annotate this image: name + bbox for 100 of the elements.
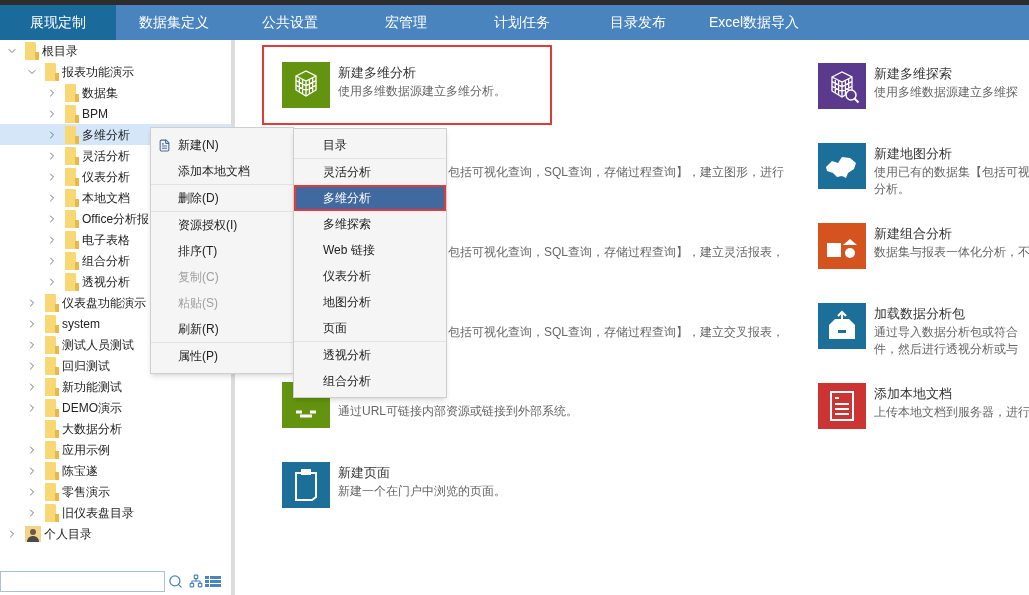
folder-icon [45, 482, 59, 501]
folder-icon [65, 272, 79, 291]
card-description: 上传本地文档到服务器，进行 [874, 405, 1029, 420]
tree-item[interactable]: 旧仪表盘目录 [0, 502, 231, 523]
card-title[interactable]: 新建地图分析 [874, 144, 1029, 164]
card-description: 使用已有的数据集【包括可视 [874, 165, 1029, 180]
folder-icon [65, 83, 79, 102]
menu-item[interactable]: 页面 [294, 315, 446, 341]
folder-icon [45, 440, 59, 459]
folder-icon [65, 251, 79, 270]
menu-item[interactable]: 属性(P) [151, 343, 293, 369]
menu-item[interactable]: Web 链接 [294, 237, 446, 263]
nav-tab[interactable]: 宏管理 [348, 5, 464, 40]
tree-item[interactable]: DEMO演示 [0, 397, 231, 418]
tree-item[interactable]: BPM [0, 103, 231, 124]
folder-icon [25, 41, 39, 60]
nav-tab[interactable]: Excel数据导入 [696, 5, 812, 40]
folder-icon [45, 62, 59, 81]
folder-icon [65, 209, 79, 228]
folder-icon [45, 356, 59, 375]
tree-label: 零售演示 [62, 483, 110, 501]
menu-item[interactable]: 地图分析 [294, 289, 446, 315]
tree-label: 旧仪表盘目录 [62, 504, 134, 522]
tree-label: DEMO演示 [62, 399, 122, 417]
card-title[interactable]: 新建多维分析 [338, 63, 506, 83]
tree-item[interactable]: 数据集 [0, 82, 231, 103]
folder-icon [45, 461, 59, 480]
user-icon [25, 525, 41, 542]
tree-label: 仪表盘功能演示 [62, 294, 146, 312]
document-icon[interactable] [818, 383, 866, 429]
card-description: 使用多维数据源建立多维分析。 [338, 83, 506, 100]
menu-item[interactable]: 目录 [294, 132, 446, 158]
card-title[interactable]: 新建多维探索 [874, 64, 1018, 84]
tree-item[interactable]: 零售演示 [0, 481, 231, 502]
list-icon[interactable] [205, 575, 221, 587]
nav-tab[interactable]: 数据集定义 [116, 5, 232, 40]
card-description: 通过URL可链接内部资源或链接到外部系统。 [338, 403, 578, 420]
menu-item[interactable]: 透视分析 [294, 342, 446, 368]
nav-tab[interactable]: 公共设置 [232, 5, 348, 40]
card-description: 使用多维数据源建立多维探 [874, 85, 1018, 100]
tree-label: 仪表分析 [82, 168, 130, 186]
folder-icon [65, 167, 79, 186]
folder-icon [65, 146, 79, 165]
box-icon[interactable] [818, 303, 866, 349]
card-title[interactable]: 添加本地文档 [874, 384, 1029, 404]
nav-tab[interactable]: 计划任务 [464, 5, 580, 40]
cube-icon[interactable] [282, 62, 330, 108]
menu-item[interactable]: 删除(D) [151, 185, 293, 211]
tree-label: 组合分析 [82, 252, 130, 270]
map-icon[interactable] [818, 143, 866, 189]
folder-icon [65, 104, 79, 123]
folder-icon [45, 503, 59, 522]
tree-item[interactable]: 根目录 [0, 40, 231, 61]
tree-item[interactable]: 新功能测试 [0, 376, 231, 397]
tree-item[interactable]: 个人目录 [0, 523, 231, 544]
card-title[interactable]: 加载数据分析包 [874, 304, 1018, 324]
tree-item[interactable]: 应用示例 [0, 439, 231, 460]
tree-item[interactable]: 陈宝遂 [0, 460, 231, 481]
page-icon[interactable] [282, 462, 330, 508]
nav-tab[interactable]: 展现定制 [0, 5, 116, 40]
tree-label: 大数据分析 [62, 420, 122, 438]
tree-item[interactable]: 报表功能演示 [0, 61, 231, 82]
shapes-icon[interactable] [818, 223, 866, 269]
card-description: 包括可视化查询，SQL查询，存储过程查询】，建立灵活报表， [448, 244, 785, 261]
tree-item[interactable]: 大数据分析 [0, 418, 231, 439]
tree-label: 根目录 [42, 42, 78, 60]
tree-label: system [62, 315, 100, 333]
tree-label: 陈宝遂 [62, 462, 98, 480]
folder-icon [65, 188, 79, 207]
tree-label: 透视分析 [82, 273, 130, 291]
menu-item[interactable]: 排序(T) [151, 238, 293, 264]
menu-item[interactable]: 刷新(R) [151, 316, 293, 342]
nav-tab[interactable]: 目录发布 [580, 5, 696, 40]
card-title[interactable]: 新建页面 [338, 463, 506, 483]
menu-item[interactable]: 添加本地文档 [151, 158, 293, 184]
tree-label: 报表功能演示 [62, 63, 134, 81]
tree-label: 测试人员测试 [62, 336, 134, 354]
hierarchy-icon[interactable] [189, 574, 203, 588]
document-icon [158, 138, 171, 152]
card-description: 包括可视化查询，SQL查询，存储过程查询】，建立交叉报表， [448, 324, 785, 341]
menu-item[interactable]: 资源授权(I) [151, 212, 293, 238]
folder-icon [65, 125, 79, 144]
search-field[interactable] [0, 570, 165, 592]
tree-label: 本地文档 [82, 189, 130, 207]
menu-item[interactable]: 多维分析 [294, 185, 446, 211]
search-icon[interactable] [168, 573, 183, 589]
folder-icon [45, 293, 59, 312]
folder-icon [45, 377, 59, 396]
tree-label: 回归测试 [62, 357, 110, 375]
tree-label: 数据集 [82, 84, 118, 102]
cube-search-icon[interactable] [818, 63, 866, 109]
folder-icon [45, 314, 59, 333]
tree-label: 多维分析 [82, 126, 130, 144]
card-title[interactable]: 新建组合分析 [874, 224, 1029, 244]
folder-icon [65, 230, 79, 249]
menu-item[interactable]: 灵活分析 [294, 159, 446, 185]
menu-item[interactable]: 仪表分析 [294, 263, 446, 289]
menu-item[interactable]: 多维探索 [294, 211, 446, 237]
tree-label: 新功能测试 [62, 378, 122, 396]
menu-item[interactable]: 组合分析 [294, 368, 446, 394]
